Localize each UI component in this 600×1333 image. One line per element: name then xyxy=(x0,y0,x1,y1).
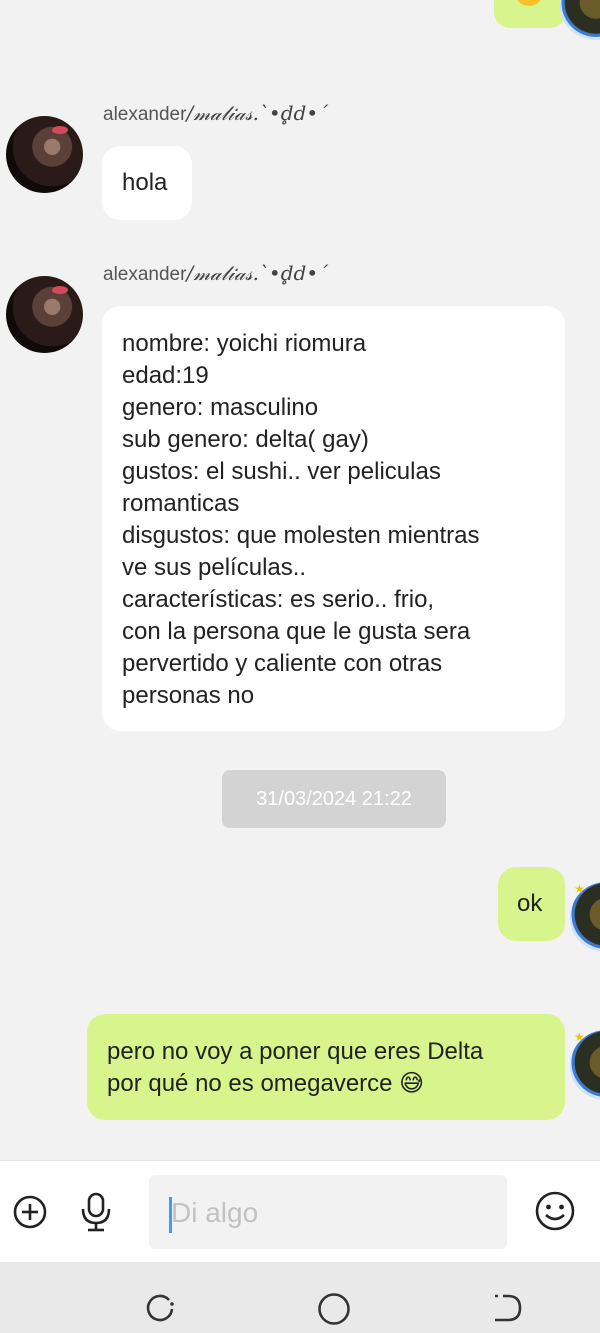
message-line: personas no xyxy=(122,682,255,709)
message-line: ve sus películas.. xyxy=(122,554,307,581)
message-line: pero no voy a poner que eres Delta xyxy=(107,1038,484,1065)
star-icon: ★ xyxy=(574,1030,585,1044)
self-avatar[interactable]: ★ xyxy=(570,882,600,954)
self-avatar[interactable] xyxy=(560,0,600,42)
plus-circle-icon[interactable] xyxy=(12,1194,48,1230)
sender-name-decoration: /𝓂𝒶𝓁𝒾𝒶𝓈.`•d̥d•´ xyxy=(186,261,329,285)
system-navigation-bar xyxy=(0,1262,600,1333)
message-line: disgustos: que molesten mientras xyxy=(122,522,480,549)
recents-icon[interactable] xyxy=(143,1291,177,1325)
incoming-message-bubble[interactable]: hola xyxy=(102,146,192,220)
message-line: romanticas xyxy=(122,490,240,517)
sender-avatar[interactable] xyxy=(6,276,83,353)
microphone-icon[interactable] xyxy=(78,1191,114,1233)
self-avatar[interactable]: ★ xyxy=(570,1030,600,1102)
message-line: gustos: el sushi.. ver peliculas xyxy=(122,458,441,485)
star-icon: ★ xyxy=(574,882,585,896)
message-input[interactable]: Di algo xyxy=(149,1175,507,1249)
sender-avatar[interactable] xyxy=(6,116,83,193)
message-text: hola xyxy=(122,169,168,196)
message-line: genero: masculino xyxy=(122,394,319,421)
message-line: características: es serio.. frio, xyxy=(122,586,435,613)
message-line: sub genero: delta( gay) xyxy=(122,426,369,453)
outgoing-message-bubble[interactable]: ok xyxy=(498,867,565,941)
smiley-icon[interactable] xyxy=(533,1189,577,1233)
message-input-bar: Di algo xyxy=(0,1160,600,1263)
chat-area[interactable]: alexander/𝓂𝒶𝓁𝒾𝒶𝓈.`•d̥d•´ hola alexander/… xyxy=(0,0,600,1160)
message-line: edad:19 xyxy=(122,362,209,389)
message-line: con la persona que le gusta sera xyxy=(122,618,471,645)
input-placeholder: Di algo xyxy=(171,1197,259,1228)
sender-name-decoration: /𝓂𝒶𝓁𝒾𝒶𝓈.`•d̥d•´ xyxy=(186,101,329,125)
sender-name-text: alexander xyxy=(103,264,187,285)
outgoing-message-bubble[interactable]: pero no voy a poner que eres Delta por q… xyxy=(87,1014,565,1120)
home-icon[interactable] xyxy=(316,1291,352,1327)
sender-name: alexander/𝓂𝒶𝓁𝒾𝒶𝓈.`•d̥d•´ xyxy=(103,261,328,286)
message-line: pervertido y caliente con otras xyxy=(122,650,443,677)
message-line: por qué no es omegaverce 😅 xyxy=(107,1070,425,1097)
timestamp-divider: 31/03/2024 21:22 xyxy=(222,770,446,828)
message-line: nombre: yoichi riomura xyxy=(122,330,367,357)
back-icon[interactable] xyxy=(490,1291,524,1325)
sender-name-text: alexander xyxy=(103,104,187,125)
incoming-message-bubble[interactable]: nombre: yoichi riomura edad:19 genero: m… xyxy=(102,306,565,731)
sender-name: alexander/𝓂𝒶𝓁𝒾𝒶𝓈.`•d̥d•´ xyxy=(103,101,328,126)
message-text: ok xyxy=(517,890,543,917)
